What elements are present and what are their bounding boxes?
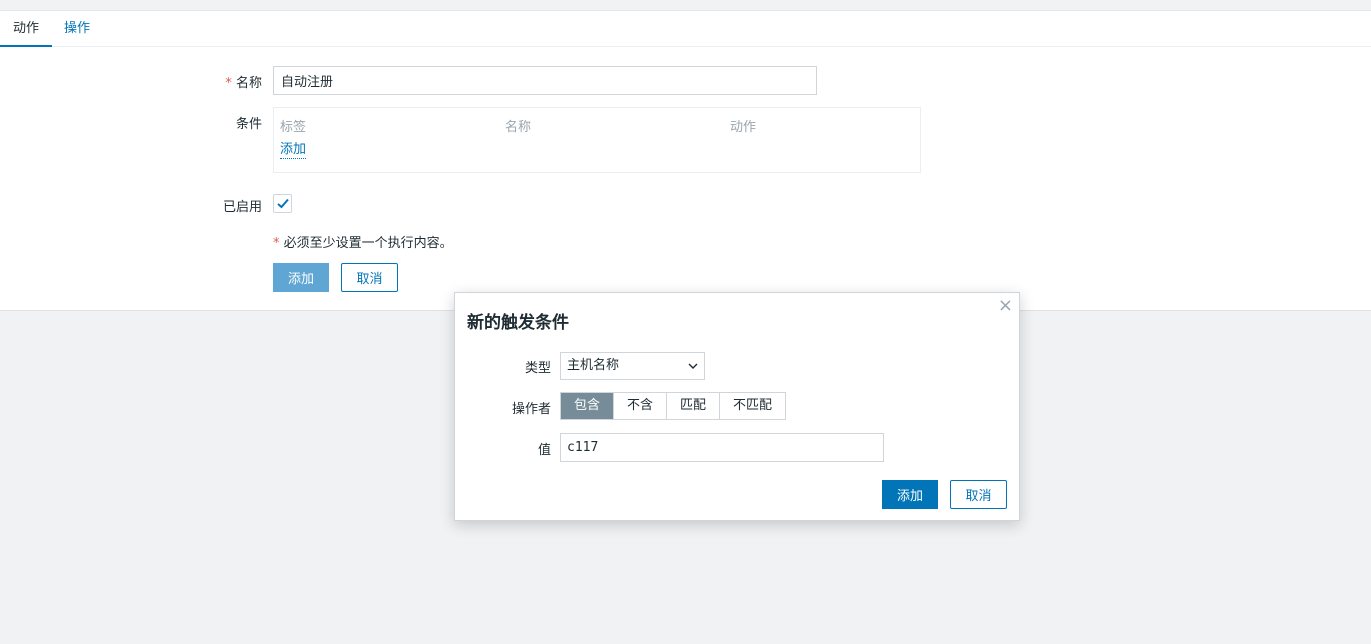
- type-select[interactable]: 主机名称: [560, 352, 705, 380]
- name-input[interactable]: [273, 66, 817, 95]
- conditions-header-name: 名称: [505, 120, 532, 135]
- operator-segmented-control: 包含 不含 匹配 不匹配: [560, 392, 787, 420]
- enabled-label: 已启用: [222, 200, 262, 215]
- type-label: 类型: [524, 361, 551, 376]
- note-required-mark: *: [273, 236, 280, 251]
- close-icon[interactable]: ×: [998, 295, 1013, 316]
- cancel-action-button[interactable]: 取消: [341, 263, 398, 292]
- note-text: 必须至少设置一个执行内容。: [283, 236, 453, 251]
- enabled-checkbox[interactable]: [273, 194, 292, 213]
- dialog-title: 新的触发条件: [467, 313, 569, 333]
- conditions-header-action: 动作: [730, 120, 757, 135]
- value-label: 值: [537, 443, 551, 458]
- tab-operations[interactable]: 操作: [64, 11, 90, 47]
- type-select-value: 主机名称: [567, 358, 620, 373]
- dialog-cancel-button[interactable]: 取消: [950, 480, 1007, 509]
- name-label-row: * 名称: [200, 72, 262, 91]
- required-note: * 必须至少设置一个执行内容。: [273, 232, 453, 251]
- tab-bar: 动作 操作: [0, 11, 1371, 47]
- operator-matches[interactable]: 匹配: [667, 393, 721, 419]
- add-action-button[interactable]: 添加: [273, 263, 329, 292]
- name-label: 名称: [235, 76, 262, 91]
- operator-not-matches[interactable]: 不匹配: [720, 393, 786, 419]
- tab-action[interactable]: 动作: [0, 11, 52, 47]
- top-strip: [0, 0, 1371, 11]
- value-input[interactable]: [560, 433, 884, 462]
- add-condition-link[interactable]: 添加: [280, 142, 307, 159]
- check-icon: [277, 198, 289, 209]
- operator-contains[interactable]: 包含: [561, 393, 615, 419]
- conditions-header-tag: 标签: [280, 120, 307, 135]
- new-condition-dialog: 新的触发条件 × 类型 主机名称 操作者 包含 不含 匹配 不匹配 值 添加 取…: [454, 292, 1020, 521]
- operator-not-contains[interactable]: 不含: [614, 393, 668, 419]
- operator-label: 操作者: [511, 402, 551, 417]
- conditions-label: 条件: [235, 117, 262, 132]
- chevron-down-icon: [688, 363, 698, 369]
- required-mark: *: [225, 76, 232, 91]
- action-form-panel: 动作 操作 * 名称 条件 标签 名称 动作 添加 已启用 * 必须至少设置一个…: [0, 11, 1371, 311]
- conditions-table: 标签 名称 动作 添加: [273, 107, 921, 173]
- dialog-add-button[interactable]: 添加: [882, 480, 938, 509]
